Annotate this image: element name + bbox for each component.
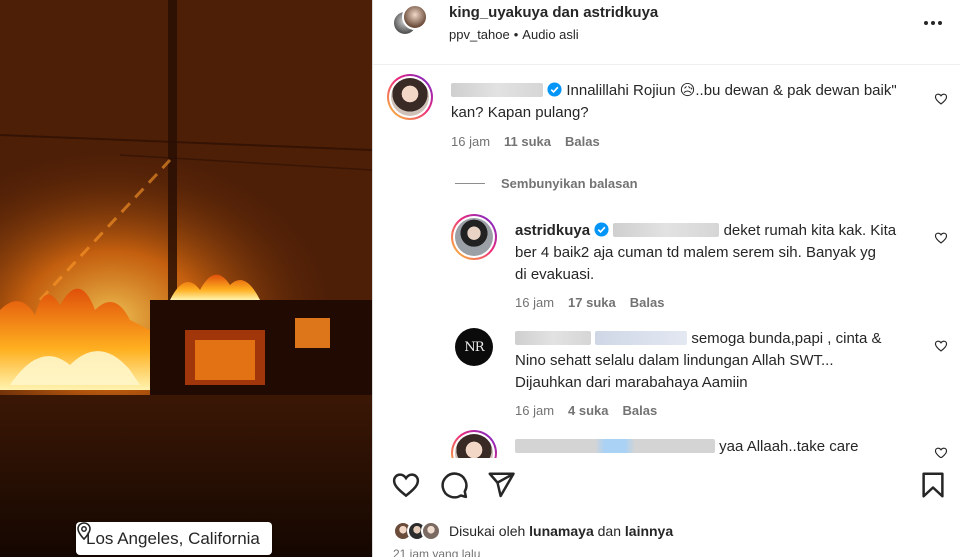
reply-likes[interactable]: 17 suka: [568, 295, 616, 310]
reply-text-line2: ber 4 baik2 aja cuman td malem serem sih…: [515, 244, 877, 261]
reply-text-line1: semoga bunda,papi , cinta &: [691, 330, 882, 347]
reply-username[interactable]: astridkuya: [515, 222, 590, 239]
hide-replies-label: Sembunyikan balasan: [501, 176, 638, 191]
verified-icon: [594, 222, 609, 237]
reply-comment: astridkuya deket rumah kita kak. Kita be…: [515, 220, 935, 286]
heart-icon[interactable]: [391, 470, 421, 500]
reply-time[interactable]: 16 jam: [515, 295, 554, 310]
liked-by-prefix: Disukai oleh: [449, 523, 526, 539]
reply-avatar[interactable]: [451, 214, 497, 260]
post-timestamp[interactable]: 21 jam yang lalu: [393, 547, 480, 557]
liked-by-row: Disukai oleh lunamaya dan lainnya: [393, 518, 673, 544]
liked-by-text[interactable]: Disukai oleh lunamaya dan lainnya: [449, 523, 673, 539]
location-pin-icon: [77, 522, 91, 540]
collab-avatars[interactable]: [392, 4, 430, 42]
comment-time[interactable]: 16 jam: [451, 134, 490, 149]
location-tag[interactable]: Los Angeles, California: [76, 522, 272, 555]
comment: Innalillahi Rojiun 😥..bu dewan & pak dew…: [451, 80, 911, 124]
liked-by-others[interactable]: lainnya: [625, 523, 673, 539]
liked-by-user[interactable]: lunamaya: [529, 523, 594, 539]
reply-text-line2: Nino sehatt selalu dalam lindungan Allah…: [515, 352, 834, 369]
commenter-avatar[interactable]: [387, 74, 433, 120]
heart-icon[interactable]: [934, 231, 948, 245]
post-media[interactable]: Los Angeles, California: [0, 0, 372, 557]
audio-user-link[interactable]: ppv_tahoe: [449, 27, 510, 42]
blurred-username: [451, 83, 543, 97]
avatar: [402, 4, 428, 30]
share-icon[interactable]: [486, 470, 516, 500]
reply-button[interactable]: Balas: [623, 403, 658, 418]
reply-comment: semoga bunda,papi , cinta & Nino sehatt …: [515, 328, 935, 394]
heart-icon[interactable]: [934, 92, 948, 106]
reply-meta: 16 jam 4 suka Balas: [515, 403, 657, 418]
reply-button[interactable]: Balas: [630, 295, 665, 310]
post-actions: [373, 460, 960, 510]
comments-list[interactable]: Innalillahi Rojiun 😥..bu dewan & pak dew…: [373, 66, 960, 458]
heart-icon[interactable]: [934, 446, 948, 458]
verified-icon: [547, 82, 562, 97]
audio-label[interactable]: Audio asli: [522, 27, 578, 42]
bookmark-icon[interactable]: [918, 470, 948, 500]
blurred-mention: [595, 331, 688, 345]
fire-scene: [0, 0, 372, 557]
avatar: [421, 521, 441, 541]
location-label: Los Angeles, California: [86, 528, 260, 548]
reply-text-line1: deket rumah kita kak. Kita: [723, 222, 897, 239]
reply-button[interactable]: Balas: [565, 134, 600, 149]
reply-time[interactable]: 16 jam: [515, 403, 554, 418]
reply-avatar[interactable]: NR: [455, 328, 493, 366]
divider-line: [455, 183, 485, 184]
reply-text-line3: di evakuasi.: [515, 266, 595, 283]
reply-meta: 16 jam 17 suka Balas: [515, 295, 664, 310]
blurred-mention: [613, 223, 720, 237]
post-header: king_uyakuya dan astridkuya ppv_tahoe • Au…: [373, 0, 960, 65]
post-authors[interactable]: king_uyakuya dan astridkuya: [449, 4, 658, 21]
more-icon[interactable]: [922, 12, 944, 34]
audio-info: ppv_tahoe • Audio asli: [449, 27, 579, 42]
comment-icon[interactable]: [439, 470, 469, 500]
reply-text-line3: Dijauhkan dari marabahaya Aamiin: [515, 374, 748, 391]
blurred-username: [515, 439, 715, 453]
liked-by-joiner: dan: [597, 523, 621, 539]
comment-likes[interactable]: 11 suka: [504, 134, 551, 149]
comment-meta: 16 jam 11 suka Balas: [451, 134, 600, 149]
hide-replies-button[interactable]: Sembunyikan balasan: [455, 176, 638, 191]
post-side-panel: king_uyakuya dan astridkuya ppv_tahoe • Au…: [373, 0, 960, 557]
reply-avatar[interactable]: [451, 430, 497, 458]
reply-comment: yaa Allaah..take care: [515, 436, 935, 458]
reply-likes[interactable]: 4 suka: [568, 403, 608, 418]
heart-icon[interactable]: [934, 339, 948, 353]
reply-text-line1: yaa Allaah..take care: [719, 438, 859, 455]
blurred-username: [515, 331, 591, 345]
